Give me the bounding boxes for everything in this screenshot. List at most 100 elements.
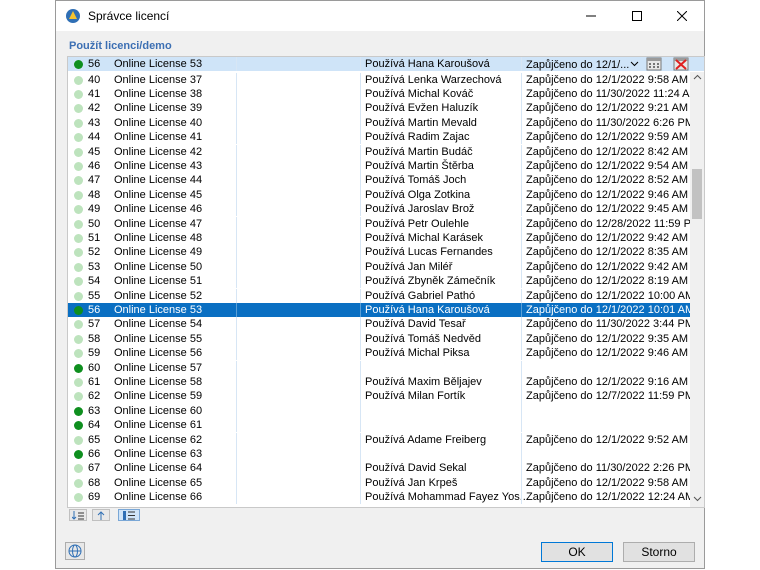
license-loan-date: Zapůjčeno do 12/1/2022 8:19 AM: [526, 275, 689, 288]
license-row[interactable]: 52 Online License 49 Používá Lucas Fernand…: [68, 245, 690, 260]
loan-date-dropdown[interactable]: Zapůjčeno do 12/1/...: [523, 58, 641, 71]
column-divider: [521, 130, 522, 145]
license-row[interactable]: 66 Online License 63: [68, 446, 690, 462]
column-divider: [236, 245, 237, 260]
license-row[interactable]: 65 Online License 62 Používá Adame Freiber…: [68, 432, 690, 447]
license-row[interactable]: 49 Online License 46 Používá Jaroslav Brož…: [68, 202, 690, 217]
calendar-remove-icon[interactable]: [673, 57, 689, 71]
column-divider: [521, 374, 522, 390]
column-divider: [236, 216, 237, 231]
license-user: Používá Michal Piksa: [365, 347, 470, 360]
license-user: Používá Lucas Fernandes: [365, 246, 493, 259]
license-row[interactable]: 42 Online License 39 Používá Evžen Haluzík…: [68, 101, 690, 116]
column-divider: [236, 346, 237, 361]
column-divider: [360, 187, 361, 203]
move-up-button[interactable]: [92, 509, 110, 521]
license-row[interactable]: 44 Online License 41 Používá Radim Zajac Za…: [68, 130, 690, 145]
minimize-button[interactable]: [568, 1, 614, 31]
license-user: Používá Jan Miléř: [365, 260, 453, 273]
license-loan-date: Zapůjčeno do 12/1/2022 8:35 AM: [526, 246, 689, 259]
license-row[interactable]: 48 Online License 45 Používá Olga Zotkina Z…: [68, 187, 690, 203]
license-row[interactable]: 61 Online License 58 Používá Maxim Běljaje…: [68, 374, 690, 390]
license-number: 56: [88, 303, 101, 316]
list-view-icon: [123, 510, 135, 520]
column-divider: [360, 403, 361, 419]
current-license-row[interactable]: 56 Online License 53 Používá Hana Karouš…: [68, 57, 704, 72]
license-row[interactable]: 47 Online License 44 Používá Tomáš Joch Zap…: [68, 173, 690, 188]
license-number: 61: [88, 375, 101, 388]
license-row[interactable]: 57 Online License 54 Používá David Tesař Za…: [68, 317, 694, 332]
column-divider: [236, 202, 237, 217]
column-divider: [521, 288, 522, 303]
license-loan-date: Zapůjčeno do 12/1/2022 10:00 AM: [526, 289, 695, 302]
license-row[interactable]: 63 Online License 60: [68, 403, 690, 419]
status-dot-icon: [74, 493, 83, 503]
status-dot-icon: [74, 478, 83, 488]
arrow-up-icon: [97, 510, 105, 520]
scrollbar-thumb[interactable]: [692, 169, 702, 219]
license-user: Používá Gabriel Pathó: [365, 289, 476, 302]
license-row[interactable]: 62 Online License 59 Používá Milan Fortík Z…: [68, 389, 694, 404]
close-button[interactable]: [659, 1, 705, 31]
column-divider: [521, 461, 522, 476]
ok-button[interactable]: OK: [541, 542, 613, 562]
column-divider: [360, 461, 361, 476]
column-divider: [236, 418, 237, 433]
list-view-button[interactable]: [118, 509, 140, 521]
column-divider: [521, 216, 522, 231]
license-name: Online License 63: [114, 447, 203, 460]
license-row[interactable]: 60 Online License 57: [68, 360, 690, 375]
license-loan-date: Zapůjčeno do 12/28/2022 11:59 PM: [526, 217, 701, 230]
license-row[interactable]: 46 Online License 43 Používá Martin Štěrba…: [68, 158, 690, 174]
license-row[interactable]: 40 Online License 37 Používá Lenka Warzech…: [68, 72, 690, 87]
status-dot-icon: [74, 262, 83, 272]
license-row[interactable]: 54 Online License 51 Používá Zbyněk Zámečn…: [68, 274, 690, 289]
license-row[interactable]: 55 Online License 52 Používá Gabriel Pathó…: [68, 288, 694, 303]
license-row[interactable]: 59 Online License 56 Používá Michal Piksa Z…: [68, 346, 690, 361]
scroll-up-icon[interactable]: [690, 72, 704, 86]
vertical-scrollbar[interactable]: [690, 72, 704, 507]
status-dot-icon: [74, 118, 83, 128]
license-loan-date: Zapůjčeno do 12/1/2022 9:42 AM: [526, 260, 689, 273]
column-divider: [521, 418, 522, 433]
license-name: Online License 39: [114, 102, 203, 115]
license-number: 68: [88, 476, 101, 489]
license-number: 50: [88, 217, 101, 230]
column-divider: [521, 230, 522, 246]
close-icon: [677, 11, 687, 21]
column-divider: [521, 173, 522, 188]
globe-icon: [68, 544, 82, 558]
status-dot-icon: [74, 406, 83, 416]
license-row[interactable]: 56 Online License 53 Používá Hana Karoušov…: [68, 302, 694, 318]
license-loan-date: Zapůjčeno do 12/1/2022 8:42 AM: [526, 145, 689, 158]
column-divider: [360, 216, 361, 231]
cancel-button[interactable]: Storno: [623, 542, 695, 562]
license-row[interactable]: 51 Online License 48 Používá Michal Karáse…: [68, 230, 690, 246]
column-divider: [236, 173, 237, 188]
column-divider: [236, 403, 237, 419]
license-row[interactable]: 67 Online License 64 Používá David Sekal Za…: [68, 461, 694, 476]
license-row[interactable]: 50 Online License 47 Používá Petr Oulehle Z…: [68, 216, 700, 231]
license-row[interactable]: 43 Online License 40 Používá Martin Mevald…: [68, 115, 694, 131]
sort-button[interactable]: [69, 509, 87, 521]
license-row[interactable]: 69 Online License 66 Používá Mohammad Faye…: [68, 490, 694, 505]
license-row[interactable]: 41 Online License 38 Používá Michal Kováč Z…: [68, 86, 699, 102]
license-name: Online License 61: [114, 419, 203, 432]
scroll-down-icon[interactable]: [690, 493, 704, 507]
license-loan-date: Zapůjčeno do 12/1/2022 9:46 AM: [526, 188, 689, 201]
license-row[interactable]: 45 Online License 42 Používá Martin Budáč Z…: [68, 144, 690, 159]
license-row[interactable]: 58 Online License 55 Používá Tomáš Nedvěd Z…: [68, 331, 690, 347]
license-row[interactable]: 68 Online License 65 Používá Jan Krpeš Zapů…: [68, 475, 690, 491]
license-row[interactable]: 64 Online License 61: [68, 418, 690, 433]
status-dot-icon: [74, 205, 83, 215]
license-name: Online License 51: [114, 275, 203, 288]
language-button[interactable]: [65, 542, 85, 560]
license-user: Používá Michal Karásek: [365, 231, 483, 244]
maximize-button[interactable]: [614, 1, 660, 31]
column-divider: [521, 490, 522, 505]
column-divider: [521, 331, 522, 347]
calendar-icon[interactable]: [646, 57, 662, 71]
license-number: 63: [88, 404, 101, 417]
license-row[interactable]: 53 Online License 50 Používá Jan Miléř Zapů…: [68, 259, 690, 275]
license-name: Online License 42: [114, 145, 203, 158]
